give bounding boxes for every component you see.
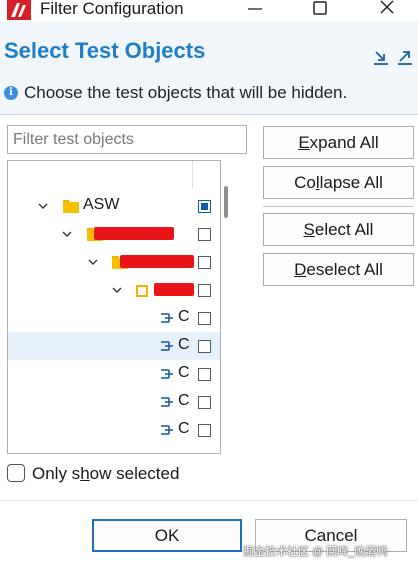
- test-case-icon: [161, 313, 173, 323]
- title-bar: Filter Configuration: [0, 0, 418, 22]
- export-icon[interactable]: [396, 48, 414, 66]
- button-label: elect All: [314, 220, 374, 239]
- app-logo-icon: [7, 0, 31, 20]
- filter-input[interactable]: [7, 125, 247, 154]
- deselect-all-button[interactable]: Deselect All: [263, 253, 414, 286]
- tree-node-label: ASW: [83, 196, 120, 213]
- dialog-header: Select Test Objects i Choose the test ob…: [0, 22, 418, 114]
- chevron-down-icon[interactable]: [110, 283, 124, 297]
- tree-checkbox[interactable]: [198, 312, 211, 325]
- tree-checkbox[interactable]: [198, 200, 211, 213]
- tree-checkbox[interactable]: [198, 396, 211, 409]
- tree-checkbox[interactable]: [198, 256, 211, 269]
- tree-leaf[interactable]: C: [8, 416, 220, 444]
- window-title: Filter Configuration: [40, 0, 184, 18]
- button-label: lapse All: [319, 173, 383, 192]
- tree-node[interactable]: [8, 276, 220, 304]
- close-icon[interactable]: [372, 0, 402, 22]
- tree-leaf-label: C: [178, 336, 190, 353]
- chevron-down-icon[interactable]: [86, 255, 100, 269]
- mnemonic: D: [294, 260, 307, 279]
- tree-leaf[interactable]: C: [8, 332, 220, 360]
- chevron-down-icon[interactable]: [36, 199, 50, 213]
- tree-checkbox[interactable]: [198, 284, 211, 297]
- test-object-tree[interactable]: ASW C C C C C: [7, 160, 221, 454]
- mnemonic: E: [298, 133, 310, 152]
- tree-leaf-label: C: [178, 364, 190, 381]
- expand-all-button[interactable]: Expand All: [263, 126, 414, 159]
- checkbox-label: Only s: [32, 464, 81, 483]
- button-divider: [263, 206, 414, 207]
- maximize-icon[interactable]: [305, 0, 335, 22]
- tree-node-asw[interactable]: ASW: [8, 192, 220, 220]
- tree-leaf-label: C: [178, 308, 190, 325]
- ok-button[interactable]: OK: [92, 519, 242, 552]
- only-show-selected-checkbox[interactable]: [7, 464, 25, 482]
- mnemonic: S: [303, 220, 315, 239]
- tree-scrollbar[interactable]: [224, 186, 228, 218]
- tree-column-divider: [192, 161, 193, 189]
- footer-divider: [0, 500, 418, 501]
- tree-leaf-label: C: [178, 420, 190, 437]
- tree-checkbox[interactable]: [198, 340, 211, 353]
- button-label: eselect All: [306, 260, 383, 279]
- header-divider: [0, 114, 418, 115]
- import-icon[interactable]: [372, 48, 390, 66]
- tree-node[interactable]: [8, 248, 220, 276]
- page-title: Select Test Objects: [4, 38, 206, 63]
- select-all-button[interactable]: Select All: [263, 213, 414, 246]
- tree-leaf[interactable]: C: [8, 360, 220, 388]
- redacted-label: [94, 227, 174, 240]
- tree-checkbox[interactable]: [198, 424, 211, 437]
- button-label: xpand All: [309, 133, 379, 152]
- info-icon: i: [4, 86, 18, 100]
- test-case-icon: [161, 425, 173, 435]
- test-case-icon: [161, 341, 173, 351]
- redacted-label: [120, 255, 194, 268]
- test-case-icon: [161, 397, 173, 407]
- folder-icon: [63, 200, 79, 213]
- minimize-icon[interactable]: [240, 0, 270, 22]
- only-show-selected-label[interactable]: Only show selected: [32, 464, 179, 484]
- button-label: Co: [294, 173, 316, 192]
- watermark: 掘金技术社区 @ 回眸_晚酒鸭: [243, 546, 388, 558]
- package-icon: [136, 285, 148, 297]
- checkbox-label: ow selected: [89, 464, 180, 483]
- mnemonic: h: [80, 464, 90, 483]
- test-case-icon: [161, 369, 173, 379]
- info-message: Choose the test objects that will be hid…: [24, 83, 348, 102]
- tree-leaf[interactable]: C: [8, 388, 220, 416]
- tree-checkbox[interactable]: [198, 368, 211, 381]
- tree-leaf[interactable]: C: [8, 304, 220, 332]
- chevron-down-icon[interactable]: [60, 227, 74, 241]
- tree-leaf-label: C: [178, 392, 190, 409]
- redacted-label: [154, 283, 194, 296]
- tree-checkbox[interactable]: [198, 228, 211, 241]
- tree-node[interactable]: [8, 220, 220, 248]
- collapse-all-button[interactable]: Collapse All: [263, 166, 414, 199]
